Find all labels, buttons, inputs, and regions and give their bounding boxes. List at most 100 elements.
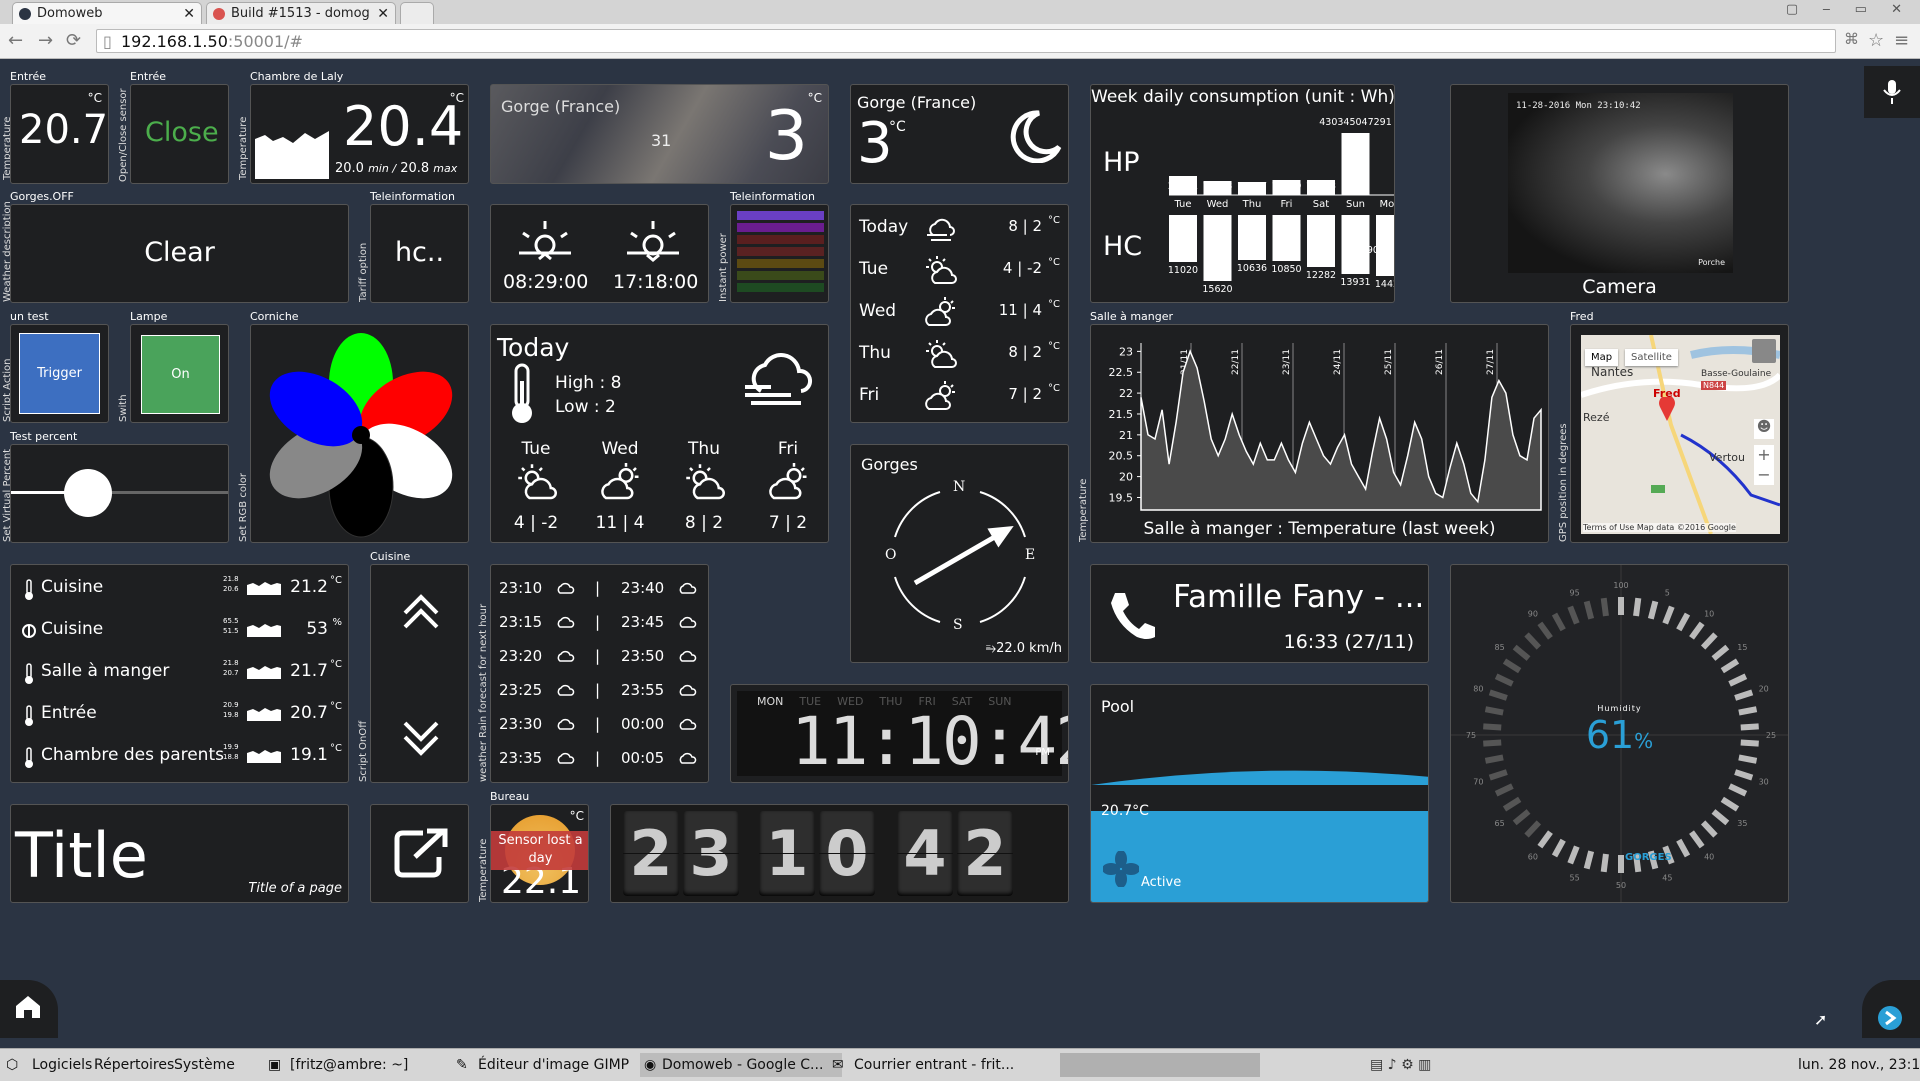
min-label: min /: [368, 162, 397, 175]
unit: °C: [569, 809, 584, 823]
map-place-label: Nantes: [1591, 365, 1634, 379]
color-wheel[interactable]: [251, 325, 469, 543]
menu-places[interactable]: Répertoires: [94, 1053, 174, 1077]
sensor-min: 18.8: [223, 753, 239, 761]
hp-value: 430345047291: [1319, 117, 1392, 128]
day-label: Fri: [1281, 199, 1293, 210]
forecast-unit: °C: [1048, 215, 1060, 226]
tariff-option-tile[interactable]: hc..: [370, 204, 469, 303]
entree-door-tile[interactable]: Close: [130, 84, 229, 184]
external-link-tile[interactable]: [370, 804, 469, 903]
cloud-icon: [557, 718, 575, 730]
salle-temp-chart-tile[interactable]: 19.5 20 20.5 21 21.5 22 22.5 23 21/11 22/11 23/11 2…: [1090, 324, 1549, 543]
wind-compass-tile[interactable]: Gorges N S E O ⥱22.0 km/h: [850, 444, 1069, 663]
os-logo-icon[interactable]: ⬡: [6, 1053, 18, 1077]
menu-icon[interactable]: ≡: [1894, 30, 1909, 51]
translate-icon[interactable]: ⌘: [1844, 30, 1859, 48]
voice-button[interactable]: [1864, 66, 1920, 118]
os-taskbar: ⬡ Logiciels Répertoires Système ▣ [fritz@…: [0, 1048, 1920, 1081]
percent-slider-tile[interactable]: [10, 444, 229, 543]
map-marker-icon[interactable]: [1659, 397, 1675, 421]
thermometer-icon: [21, 747, 37, 769]
laly-temp-tile[interactable]: °C 20.4 20.0 min / 20.8 max: [250, 84, 469, 184]
tab-domoweb[interactable]: Domoweb ✕: [12, 2, 202, 24]
taskbar-item-terminal[interactable]: ▣ [fritz@ambre: ~]: [268, 1053, 408, 1077]
digital-clock-tile: MON TUE WED THU FRI SAT SUN 11:10:42 PM: [730, 684, 1069, 783]
y-tick-label: 23: [1119, 345, 1133, 358]
menu-applications[interactable]: Logiciels: [32, 1053, 92, 1077]
taskbar-item-chrome[interactable]: ◉ Domoweb - Google C...: [640, 1053, 842, 1077]
back-arrow-icon[interactable]: ←: [8, 30, 23, 51]
dial-segment: [1537, 830, 1553, 849]
y-tick-label: 19.5: [1109, 491, 1134, 504]
sun-times-tile[interactable]: 08:29:00 17:18:00: [490, 204, 709, 303]
last-call-tile[interactable]: Famille Fany - ... 16:33 (27/11): [1090, 564, 1429, 663]
pegman-icon[interactable]: ☻: [1754, 419, 1774, 439]
pump-fan-icon: [1103, 851, 1139, 887]
x-tick-label: 26/11: [1435, 349, 1445, 375]
entree-temp-tile[interactable]: °C 20.7: [10, 84, 109, 184]
home-button[interactable]: [0, 980, 58, 1038]
close-tab-icon[interactable]: ✕: [377, 3, 389, 24]
dial-segment: [1711, 644, 1730, 661]
trigger-button[interactable]: Trigger: [19, 333, 100, 414]
tile-vlabel: Instant power: [718, 233, 729, 302]
slider-thumb[interactable]: [63, 469, 112, 517]
dial-segment: [1647, 600, 1659, 620]
gorge-weather-tile[interactable]: Gorge (France) 3 °C: [850, 84, 1069, 184]
map-type-map-button[interactable]: Map: [1585, 349, 1619, 366]
lamp-toggle-button[interactable]: On: [141, 335, 220, 414]
window-controls[interactable]: ▢ ‒ ▭ ✕: [1786, 2, 1912, 17]
cloud-icon: [679, 650, 697, 662]
menu-system[interactable]: Système: [174, 1053, 235, 1077]
fullscreen-icon[interactable]: [1752, 339, 1776, 363]
tile-vlabel: GPS position in degrees: [1558, 423, 1569, 542]
bureau-temp-tile[interactable]: °C 22.1 Sensor lost a day: [490, 804, 589, 903]
mail-icon: ✉: [832, 1057, 844, 1073]
sensor-unit: °C: [330, 701, 342, 712]
rgb-color-tile[interactable]: [250, 324, 469, 543]
domoweb-menu-button[interactable]: [1862, 980, 1920, 1038]
flip-digit-card: 0: [819, 811, 875, 896]
reload-icon[interactable]: ⟳: [66, 30, 81, 51]
clock-face: MON TUE WED THU FRI SAT SUN 11:10:42 PM: [737, 691, 1068, 780]
workspace-switcher[interactable]: [1060, 1053, 1260, 1077]
zoom-controls[interactable]: + −: [1754, 445, 1774, 485]
power-level-segment: [737, 211, 824, 220]
consumption-chart-tile[interactable]: Week daily consumption (unit : Wh) HP HC…: [1090, 84, 1395, 303]
humidity-gauge-tile[interactable]: 5 10 15 20 25 30 35 40 45 50 55 60 65 70 75 80 85 90 95 100…: [1450, 564, 1789, 903]
map-type-satellite-button[interactable]: Satellite: [1625, 349, 1678, 366]
close-tab-icon[interactable]: ✕: [183, 3, 195, 24]
camera-tile[interactable]: 11-28-2016 Mon 23:10:42 Porche Camera: [1450, 84, 1789, 303]
taskbar-item-gimp[interactable]: ✎ Éditeur d'image GIMP: [456, 1053, 629, 1077]
bookmark-star-icon[interactable]: ☆: [1868, 30, 1884, 51]
forecast-list-tile[interactable]: Today 8 | 2 °C Tue 4 | -2 °C Wed 11 | 4 °C Thu 8 |…: [850, 204, 1069, 423]
camera-timestamp: 11-28-2016 Mon 23:10:42: [1516, 101, 1641, 111]
taskbar-item-mail[interactable]: ✉ Courrier entrant - frit...: [832, 1053, 1014, 1077]
today-forecast-tile[interactable]: Today High : 8 Low : 2 Tue 4 | -2 Wed 11 | …: [490, 324, 829, 543]
map[interactable]: Map Satellite Nantes Basse-Goulaine Rezé…: [1581, 335, 1780, 534]
title-tile[interactable]: Title Title of a page: [10, 804, 349, 903]
temperature-value: 20.4: [343, 95, 464, 158]
rain-forecast-tile[interactable]: 23:10 | 23:40 23:15 | 23:45 23:20 | 23:50 23:25 | 2…: [490, 564, 709, 783]
new-tab-button[interactable]: [400, 2, 434, 24]
shutter-up-icon[interactable]: [401, 593, 441, 629]
system-tray-icons[interactable]: ▤ ♪ ⚙ ▥: [1370, 1053, 1431, 1077]
url-bar[interactable]: ▯ 192.168.1.50:50001/#: [96, 29, 1836, 53]
sensor-max: 21.8: [223, 659, 239, 667]
dial-segment: [1567, 845, 1580, 865]
sunset-icon: [627, 221, 679, 262]
gorge-weather-image-tile[interactable]: Gorge (France) 31 °C 3: [490, 84, 829, 184]
instant-power-tile[interactable]: [730, 204, 829, 303]
ampm-indicator: PM: [1035, 747, 1050, 758]
gps-map-tile[interactable]: Map Satellite Nantes Basse-Goulaine Rezé…: [1570, 324, 1789, 543]
forward-arrow-icon[interactable]: →: [38, 30, 53, 51]
shutter-down-icon[interactable]: [401, 721, 441, 757]
sensors-list-tile[interactable]: Cuisine 21.8 20.6 21.2 °C Cuisine 65.5 51.5 53% S…: [10, 564, 349, 783]
thermometer-icon: [21, 579, 37, 601]
humidity-readout: 61%: [1451, 713, 1788, 757]
tab-build[interactable]: Build #1513 - domog ✕: [206, 2, 396, 24]
rain-time: 23:40: [621, 579, 665, 597]
pool-tile[interactable]: Pool 20.7°C Active: [1090, 684, 1429, 903]
weather-description-tile[interactable]: Clear: [10, 204, 349, 303]
